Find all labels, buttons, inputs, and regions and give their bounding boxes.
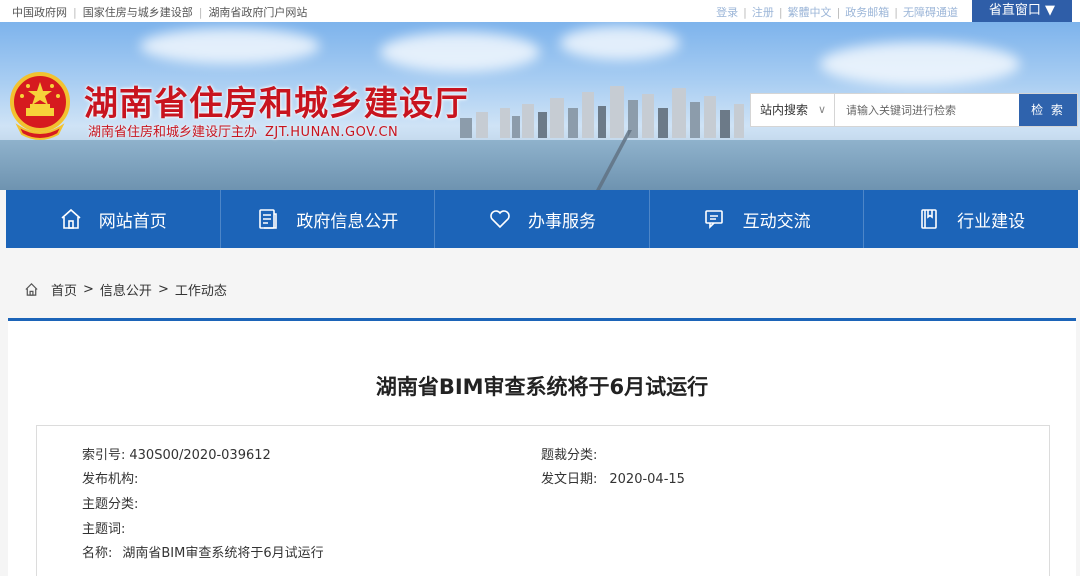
nav-item-gov-info[interactable]: 政府信息公开 (221, 190, 436, 248)
skyline-building (476, 112, 488, 138)
skyline-building (704, 96, 716, 138)
main-nav: 网站首页 政府信息公开 办事服务 互动交流 行业建设 (6, 190, 1078, 248)
nav-item-services[interactable]: 办事服务 (435, 190, 650, 248)
skyline-building (522, 104, 534, 138)
region-select-button[interactable]: 省直窗口 ▼ (972, 0, 1072, 22)
accessibility-link[interactable]: 无障碍通道 (903, 6, 958, 19)
breadcrumb-work-news[interactable]: 工作动态 (175, 280, 227, 299)
meta-keywords: 主题词: (82, 518, 129, 537)
skyline-building (610, 86, 624, 138)
site-subtitle: 湖南省住房和城乡建设厅主办 ZJT.HUNAN.GOV.CN (88, 121, 398, 140)
meta-publish-date: 发文日期: 2020-04-15 (541, 468, 685, 487)
breadcrumb-separator: > (157, 282, 169, 297)
meta-value: 2020-04-15 (609, 472, 685, 487)
skyline-building (550, 98, 564, 138)
article-title: 湖南省BIM审查系统将于6月试运行 (375, 375, 709, 399)
home-icon (59, 207, 83, 231)
meta-index-number: 索引号: 430S00/2020-039612 (82, 444, 271, 463)
meta-name: 名称: 湖南省BIM审查系统将于6月试运行 (82, 542, 324, 561)
article-panel: 湖南省BIM审查系统将于6月试运行 索引号: 430S00/2020-039612… (8, 318, 1076, 576)
divider: | (778, 6, 783, 19)
register-link[interactable]: 注册 (752, 6, 774, 19)
meta-value: 湖南省BIM审查系统将于6月试运行 (122, 546, 324, 561)
link-mohurd[interactable]: 国家住房与城乡建设部 (83, 6, 193, 19)
heart-icon (488, 207, 512, 231)
cloud (140, 28, 320, 64)
cloud (820, 42, 1020, 86)
nav-label: 互动交流 (742, 211, 811, 232)
breadcrumb: 首页 > 信息公开 > 工作动态 (24, 280, 227, 299)
link-hunan-gov[interactable]: 湖南省政府门户网站 (208, 6, 307, 19)
skyline-building (720, 110, 730, 138)
nav-label: 行业建设 (957, 211, 1026, 232)
skyline-building (538, 112, 547, 138)
meta-label: 发布机构: (82, 472, 139, 487)
divider: | (198, 6, 203, 19)
meta-subject-category: 题裁分类: (541, 444, 601, 463)
document-icon (256, 207, 280, 231)
river (0, 140, 1080, 190)
divider: | (73, 6, 77, 19)
divider: | (836, 6, 841, 19)
national-emblem-icon (10, 72, 70, 140)
skyline-building (734, 104, 744, 138)
top-bar: 中国政府网 | 国家住房与城乡建设部 | 湖南省政府门户网站 登录 | 注册 | 繁體中文 | 政务… (0, 0, 1080, 22)
header-banner: 湖南省住房和城乡建设厅 湖南省住房和城乡建设厅主办 ZJT.HUNAN.GOV.C… (0, 22, 1080, 190)
skyline-building (582, 92, 594, 138)
article-meta-table: 索引号: 430S00/2020-039612 题裁分类: 发布机构: 发文日期:… (36, 425, 1050, 576)
cloud (380, 32, 540, 72)
chat-icon (703, 207, 727, 231)
divider: | (894, 6, 898, 19)
site-title[interactable]: 湖南省住房和城乡建设厅 (84, 76, 469, 125)
breadcrumb-info-public[interactable]: 信息公开 (100, 280, 152, 299)
nav-item-industry[interactable]: 行业建设 (864, 190, 1078, 248)
skyline-building (512, 116, 520, 138)
link-gov-cn[interactable]: 中国政府网 (12, 6, 67, 19)
skyline-building (598, 106, 606, 138)
nav-label: 政府信息公开 (296, 211, 399, 232)
search-button[interactable]: 检 索 (1019, 94, 1077, 126)
meta-label: 索引号: (82, 448, 126, 463)
meta-value: 430S00/2020-039612 (129, 448, 271, 463)
breadcrumb-home[interactable]: 首页 (51, 280, 77, 299)
meta-publisher: 发布机构: (82, 468, 142, 487)
nav-label: 网站首页 (98, 211, 167, 232)
cloud (560, 26, 680, 60)
skyline-building (690, 102, 700, 138)
meta-label: 名称: (82, 546, 113, 561)
skyline-building (500, 108, 510, 138)
book-icon (917, 207, 941, 231)
meta-label: 主题分类: (82, 497, 139, 512)
utility-links: 登录 | 注册 | 繁體中文 | 政务邮箱 | 无障碍通道 (716, 4, 958, 20)
chevron-down-icon: ∨ (817, 103, 826, 116)
breadcrumb-separator: > (83, 282, 94, 297)
login-link[interactable]: 登录 (716, 6, 738, 19)
gov-email-link[interactable]: 政务邮箱 (845, 6, 889, 19)
external-links: 中国政府网 | 国家住房与城乡建设部 | 湖南省政府门户网站 (12, 4, 307, 20)
nav-label: 办事服务 (527, 211, 596, 232)
meta-topic-category: 主题分类: (82, 493, 142, 512)
meta-label: 发文日期: (541, 472, 598, 487)
meta-label: 主题词: (82, 522, 126, 537)
meta-label: 题裁分类: (541, 448, 598, 463)
skyline-building (568, 108, 578, 138)
search-scope-dropdown[interactable]: 站内搜索 ∨ (751, 94, 835, 126)
home-icon (25, 283, 38, 296)
page: 中国政府网 | 国家住房与城乡建设部 | 湖南省政府门户网站 登录 | 注册 | 繁體中文 | 政务… (0, 0, 1080, 576)
divider: | (743, 6, 747, 19)
search-scope-label: 站内搜索 (760, 103, 809, 117)
traditional-chinese-link[interactable]: 繁體中文 (788, 6, 832, 19)
search-bar: 站内搜索 ∨ 检 索 (750, 93, 1078, 127)
nav-item-interaction[interactable]: 互动交流 (650, 190, 865, 248)
search-input[interactable] (836, 94, 1019, 126)
site-url: ZJT.HUNAN.GOV.CN (265, 125, 399, 140)
nav-item-home[interactable]: 网站首页 (6, 190, 221, 248)
site-sponsor: 湖南省住房和城乡建设厅主办 (88, 125, 258, 140)
